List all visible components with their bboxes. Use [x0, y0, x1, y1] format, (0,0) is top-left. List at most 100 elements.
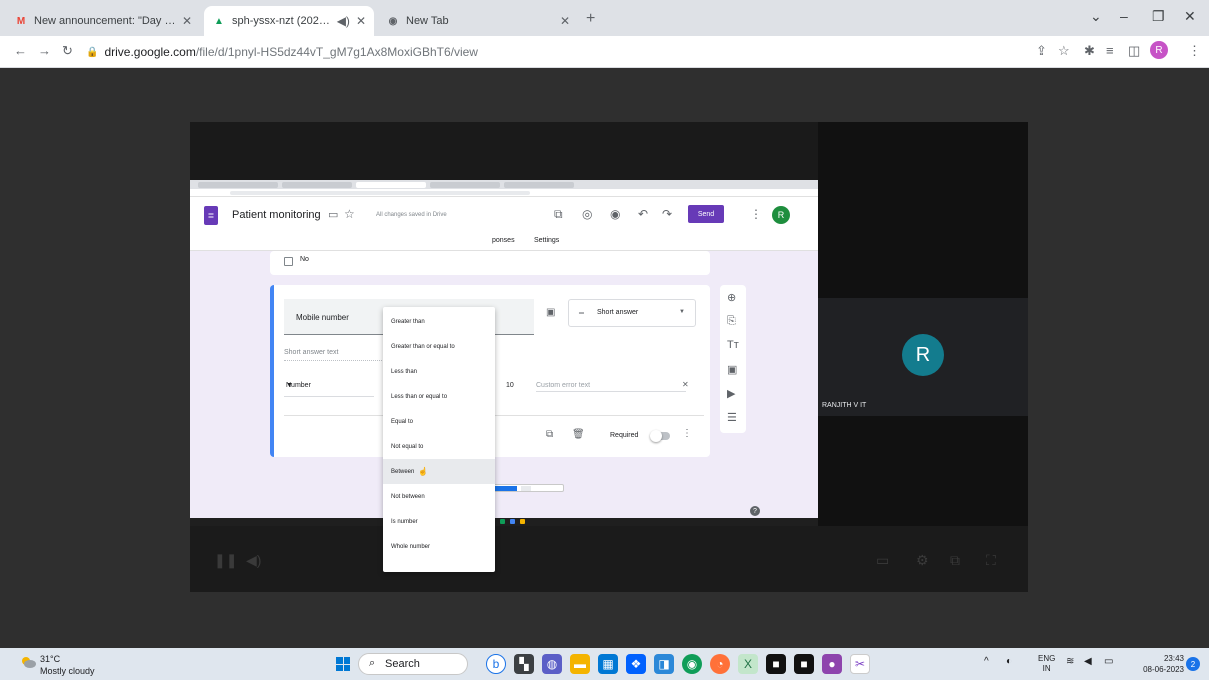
windows-start-icon[interactable] [336, 657, 350, 671]
tab-settings[interactable]: Settings [534, 237, 559, 244]
minimize-icon[interactable]: – [1120, 8, 1128, 24]
close-tab-icon[interactable]: ✕ [356, 14, 366, 28]
previous-question-card[interactable]: No [270, 251, 710, 275]
validation-value[interactable]: 10 [506, 382, 514, 389]
wifi-icon[interactable]: ≋ [1066, 656, 1074, 667]
speaker-icon[interactable]: ◀ [1084, 656, 1092, 667]
back-icon[interactable]: ← [14, 43, 27, 58]
duplicate-icon[interactable]: ⧉ [546, 429, 553, 440]
palette-icon[interactable]: ◎ [582, 207, 592, 221]
profile-avatar[interactable]: R [1150, 41, 1168, 59]
tab-drive-recording[interactable]: ▲ sph-yssx-nzt (2023-04-27 11 ◀) ✕ [204, 6, 374, 36]
snipping-tool-icon[interactable]: ✂ [850, 654, 870, 674]
copilot-icon[interactable]: b [486, 654, 506, 674]
forward-icon[interactable]: → [38, 43, 51, 58]
menu-item-less-than-or-equal[interactable]: Less than or equal to [383, 384, 495, 409]
language-indicator[interactable]: ENG IN [1038, 654, 1055, 674]
add-title-icon[interactable]: Tт [727, 339, 739, 351]
tab-search-icon[interactable]: ⌄ [1090, 8, 1102, 25]
tab-new-tab[interactable]: ◉ New Tab ✕ [378, 6, 578, 36]
validation-type-select[interactable]: Number ▼ [284, 379, 374, 397]
add-question-icon[interactable]: ⊕ [727, 291, 736, 304]
remove-validation-icon[interactable]: ✕ [682, 380, 689, 389]
custom-error-field[interactable]: Custom error text [536, 382, 686, 392]
terminal-icon[interactable]: ■ [766, 654, 786, 674]
audio-icon[interactable]: ◀) [337, 14, 350, 28]
new-tab-button[interactable]: + [586, 10, 595, 28]
delete-icon[interactable]: 🗑 [572, 429, 585, 440]
help-icon[interactable]: ? [750, 506, 760, 516]
taskbar-search[interactable]: ⌕ Search [358, 653, 468, 675]
weather-description[interactable]: Mostly cloudy [40, 666, 95, 676]
question-type-select[interactable]: ═ Short answer ▼ [568, 299, 696, 327]
fullscreen-icon[interactable]: ⛶ [986, 552, 996, 569]
reload-icon[interactable]: ↻ [62, 43, 73, 59]
menu-item-greater-than[interactable]: Greater than [383, 309, 495, 334]
preview-eye-icon[interactable]: ◉ [610, 207, 620, 221]
menu-item-between[interactable]: Between ☝ [383, 459, 495, 484]
menu-item-label: Between [391, 468, 415, 475]
file-explorer-icon[interactable]: ▬ [570, 654, 590, 674]
address-bar[interactable]: 🔒 drive.google.com/file/d/1pnyl-HS5dz44v… [86, 40, 1026, 64]
star-icon[interactable]: ☆ [344, 207, 355, 221]
chrome-menu-icon[interactable]: ⋮ [1188, 43, 1201, 59]
share-icon[interactable]: ⇪ [1036, 43, 1047, 59]
close-tab-icon[interactable]: ✕ [182, 14, 192, 28]
menu-item-less-than[interactable]: Less than [383, 359, 495, 384]
checkbox-icon[interactable] [284, 257, 293, 266]
play-pause-icon[interactable]: ❚❚ [214, 552, 237, 569]
close-window-icon[interactable]: ✕ [1184, 8, 1196, 25]
video-player[interactable]: ≣ Patient monitoring ▭ ☆ All changes sav… [190, 122, 1028, 592]
close-tab-icon[interactable]: ✕ [560, 14, 570, 28]
store-icon[interactable]: ▦ [598, 654, 618, 674]
hide-banner-button[interactable] [521, 486, 531, 491]
add-image-icon[interactable]: ▣ [727, 363, 737, 376]
add-section-icon[interactable]: ☰ [727, 411, 737, 424]
reading-list-icon[interactable]: ≡ [1106, 43, 1114, 58]
tray-app-icon[interactable]: ◐ [1006, 656, 1012, 667]
more-options-icon[interactable]: ⋮ [750, 207, 762, 221]
user-avatar[interactable]: R [772, 206, 790, 224]
menu-item-equal-to[interactable]: Equal to [383, 409, 495, 434]
captions-icon[interactable]: ▭ [876, 552, 889, 569]
undo-icon[interactable]: ↶ [638, 207, 648, 221]
dropbox-icon[interactable]: ❖ [626, 654, 646, 674]
add-image-icon[interactable]: ▣ [546, 307, 555, 318]
task-view-icon[interactable]: ▚ [514, 654, 534, 674]
notification-badge[interactable]: 2 [1186, 657, 1200, 671]
tab-gmail-announcement[interactable]: M New announcement: "Day 5 lini ✕ [6, 6, 200, 36]
redo-icon[interactable]: ↷ [662, 207, 672, 221]
chrome-taskbar-icon[interactable]: ◉ [682, 654, 702, 674]
clock[interactable]: 23:43 08-06-2023 [1140, 653, 1184, 675]
teams-chat-icon[interactable]: ◍ [542, 654, 562, 674]
import-questions-icon[interactable]: ⎘ [727, 315, 736, 328]
menu-item-not-between[interactable]: Not between [383, 484, 495, 509]
volume-icon[interactable]: ◀) [246, 552, 261, 569]
firefox-icon[interactable]: ◔ [710, 654, 730, 674]
bookmark-star-icon[interactable]: ☆ [1058, 43, 1070, 59]
tray-overflow-icon[interactable]: ^ [984, 656, 989, 667]
tab-responses[interactable]: ponses [492, 237, 515, 244]
side-panel-icon[interactable]: ◫ [1128, 43, 1140, 59]
restore-icon[interactable]: ❐ [1152, 8, 1165, 25]
send-button[interactable]: Send [688, 205, 724, 223]
more-options-icon[interactable]: ⋮ [682, 428, 692, 439]
menu-item-greater-than-or-equal[interactable]: Greater than or equal to [383, 334, 495, 359]
app-window-icon[interactable]: ■ [794, 654, 814, 674]
required-toggle[interactable] [650, 430, 670, 442]
menu-item-not-equal-to[interactable]: Not equal to [383, 434, 495, 459]
folder-icon[interactable]: ▭ [328, 208, 338, 221]
extensions-icon[interactable]: ✱ [1084, 43, 1095, 59]
office-icon[interactable]: ◨ [654, 654, 674, 674]
menu-item-is-number[interactable]: Is number [383, 509, 495, 534]
menu-item-whole-number[interactable]: Whole number [383, 534, 495, 559]
addons-icon[interactable]: ⧉ [554, 207, 563, 222]
excel-icon[interactable]: X [738, 654, 758, 674]
settings-gear-icon[interactable]: ⚙ [916, 552, 929, 569]
purple-app-icon[interactable]: ● [822, 654, 842, 674]
add-video-icon[interactable]: ▶ [727, 387, 735, 400]
form-title[interactable]: Patient monitoring [232, 209, 321, 221]
battery-icon[interactable]: ▭ [1104, 656, 1113, 667]
weather-temperature[interactable]: 31°C [40, 654, 60, 664]
open-in-new-icon[interactable]: ⧉ [950, 552, 960, 569]
